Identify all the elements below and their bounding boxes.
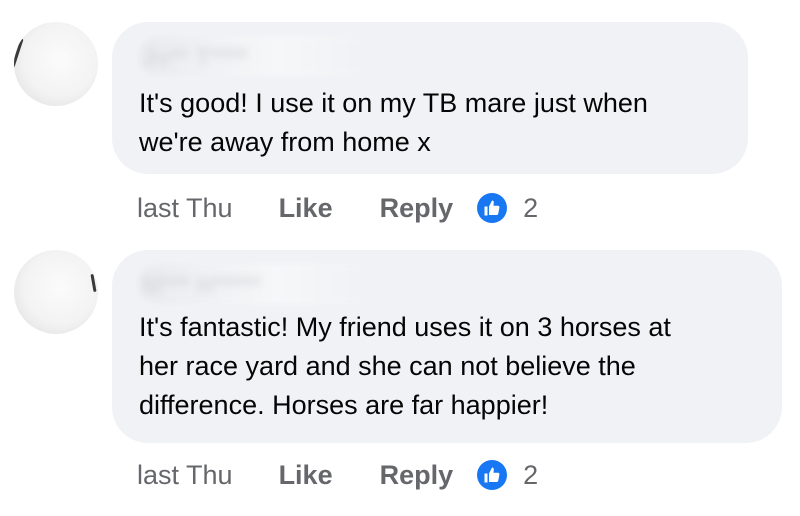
- like-button[interactable]: Like: [279, 193, 333, 224]
- reaction-count[interactable]: 2: [523, 193, 538, 224]
- comment-actions: last Thu Like Reply 2: [137, 188, 538, 228]
- comment-timestamp[interactable]: last Thu: [137, 193, 233, 224]
- avatar-mark: [90, 273, 97, 293]
- reply-button[interactable]: Reply: [380, 460, 454, 491]
- comment-text: It's good! I use it on my TB mare just w…: [139, 88, 648, 157]
- thumbs-up-icon[interactable]: [477, 193, 508, 223]
- comment-text: It's fantastic! My friend uses it on 3 h…: [139, 312, 671, 420]
- author-name[interactable]: Jo** T****: [142, 44, 247, 72]
- comment: M*** H***** It's fantastic! My friend us…: [0, 250, 800, 516]
- like-button[interactable]: Like: [279, 460, 333, 491]
- comment: Jo** T**** It's good! I use it on my TB …: [0, 0, 800, 250]
- thumbs-up-icon[interactable]: [477, 460, 508, 490]
- avatar-mark: [14, 38, 24, 68]
- comment-bubble: Jo** T**** It's good! I use it on my TB …: [112, 22, 748, 174]
- reply-button[interactable]: Reply: [380, 193, 454, 224]
- reaction-count[interactable]: 2: [523, 460, 538, 491]
- comment-bubble: M*** H***** It's fantastic! My friend us…: [112, 250, 782, 443]
- comment-timestamp[interactable]: last Thu: [137, 460, 233, 491]
- comment-actions: last Thu Like Reply 2: [137, 455, 538, 495]
- avatar[interactable]: [14, 250, 98, 334]
- author-name[interactable]: M*** H*****: [142, 272, 261, 300]
- avatar[interactable]: [14, 22, 98, 106]
